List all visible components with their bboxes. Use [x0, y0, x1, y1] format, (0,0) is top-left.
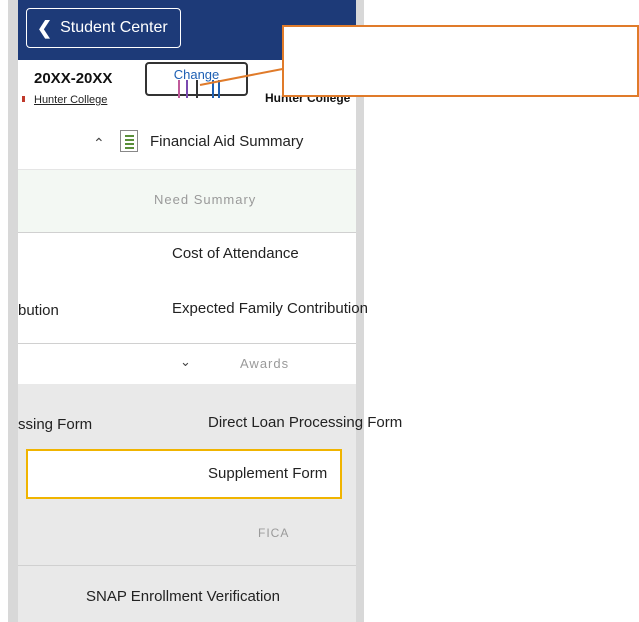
menu-item-label: Expected Family Contribution [172, 300, 368, 317]
menu-item-label: SNAP Enrollment Verification [86, 588, 280, 605]
term-year: 20XX-20XX [34, 70, 113, 87]
awards-section-header[interactable]: ⌄ Awards [18, 344, 356, 384]
financial-aid-summary-title[interactable]: Financial Aid Summary [150, 133, 303, 150]
chevron-down-icon: ⌄ [180, 354, 191, 369]
menu-item-label: Need Summary [154, 192, 257, 207]
menu-item-supplement-form[interactable]: Supplement Form [26, 449, 342, 499]
term-marker [22, 96, 25, 102]
menu-item-left-fragment: bution [18, 302, 59, 319]
awards-label: Awards [240, 356, 290, 371]
menu-item-need-summary[interactable]: Need Summary [18, 170, 356, 232]
menu-item-expected-family-contribution[interactable]: bution Expected Family Contribution [18, 288, 368, 343]
menu-item-label: Supplement Form [208, 465, 328, 482]
term-college-link[interactable]: Hunter College [34, 94, 107, 106]
menu-item-label: FICA [258, 526, 290, 540]
menu-item-direct-loan[interactable]: ssing Form Direct Loan Processing Form [18, 398, 402, 448]
chevron-left-icon: ❮ [37, 18, 53, 38]
chevron-up-icon[interactable]: ⌃ [93, 135, 105, 152]
section-spacer [18, 384, 356, 398]
student-center-back-button[interactable]: ❮ Student Center [26, 8, 181, 48]
clipboard-icon [120, 130, 138, 152]
menu-item-label: Direct Loan Processing Form [208, 414, 403, 431]
callout-box [282, 25, 639, 97]
menu-item-fica[interactable]: FICA [18, 500, 356, 565]
menu-item-label: Cost of Attendance [172, 245, 299, 262]
menu-item-left-fragment: ssing Form [18, 416, 93, 433]
menu-item-snap-enrollment-verification[interactable]: SNAP Enrollment Verification [18, 566, 356, 622]
menu-item-cost-of-attendance[interactable]: Cost of Attendance [18, 233, 356, 288]
back-button-label: Student Center [60, 19, 168, 36]
